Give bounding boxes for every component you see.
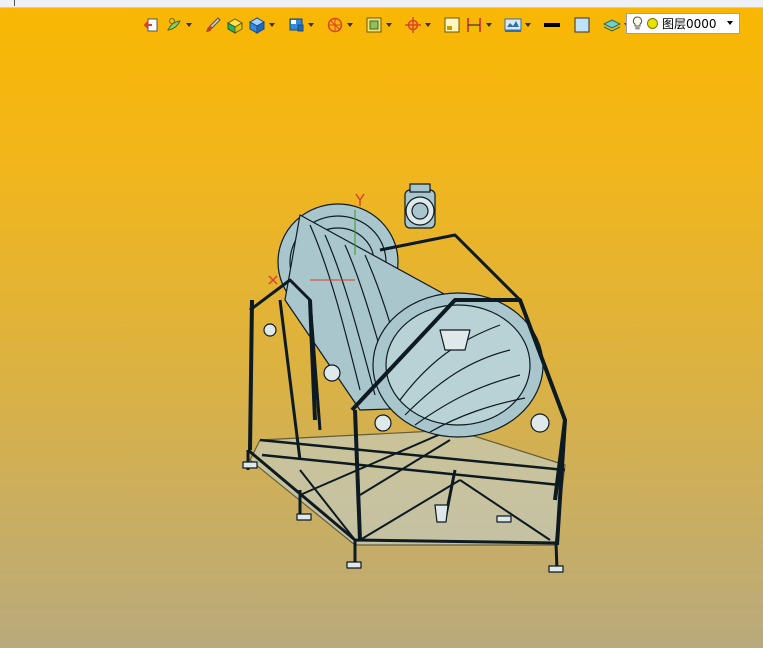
layer-stack-icon <box>603 19 621 32</box>
chevron-down-icon <box>486 23 492 27</box>
drive-motor <box>404 183 436 229</box>
chevron-down-icon <box>269 23 275 27</box>
shaded-box-icon <box>226 18 244 34</box>
dimension-icon <box>467 18 481 32</box>
render-settings-button[interactable] <box>503 13 532 37</box>
fill-color-icon <box>574 17 590 33</box>
iso-cube-icon <box>248 17 266 34</box>
layer-name: 图层0000 <box>662 17 717 31</box>
layer-dropdown[interactable]: 图层0000 <box>626 13 740 34</box>
view-toolbar <box>142 12 631 38</box>
render-settings-icon <box>504 18 522 32</box>
top-ribbon-edge <box>0 0 763 8</box>
chevron-down-icon <box>727 21 733 25</box>
chevron-down-icon <box>186 23 192 27</box>
chevron-down-icon <box>308 23 314 27</box>
display-mode-button[interactable] <box>164 13 193 37</box>
chevron-down-icon <box>347 23 353 27</box>
brush-icon <box>206 17 221 32</box>
model-viewport[interactable] <box>0 40 763 648</box>
named-view-button[interactable] <box>286 13 315 37</box>
chevron-down-icon <box>525 23 531 27</box>
ribbon-marker <box>14 0 15 6</box>
line-color-icon <box>544 23 560 27</box>
section-view-button[interactable] <box>325 13 354 37</box>
section-view-icon <box>327 17 343 33</box>
axis-target-icon <box>405 17 421 33</box>
exit-sketch-icon <box>143 18 158 32</box>
frame-select-button[interactable] <box>442 13 462 37</box>
lightbulb-icon <box>632 16 643 30</box>
named-view-icon <box>289 18 304 32</box>
brush-button[interactable] <box>203 13 223 37</box>
frame-select-icon <box>444 17 460 33</box>
iso-view-button[interactable] <box>247 13 276 37</box>
axis-target-button[interactable] <box>403 13 432 37</box>
line-color-button[interactable] <box>542 13 562 37</box>
chevron-down-icon <box>386 23 392 27</box>
drum-screen-machine-model <box>242 183 567 573</box>
display-mode-icon <box>167 18 181 31</box>
layer-color-swatch <box>647 18 658 29</box>
dimension-button[interactable] <box>464 13 493 37</box>
exit-sketch-button[interactable] <box>142 13 162 37</box>
fill-color-button[interactable] <box>572 13 592 37</box>
zoom-fit-button[interactable] <box>364 13 393 37</box>
shaded-box-button[interactable] <box>225 13 245 37</box>
chevron-down-icon <box>425 23 431 27</box>
zoom-fit-icon <box>366 17 382 33</box>
